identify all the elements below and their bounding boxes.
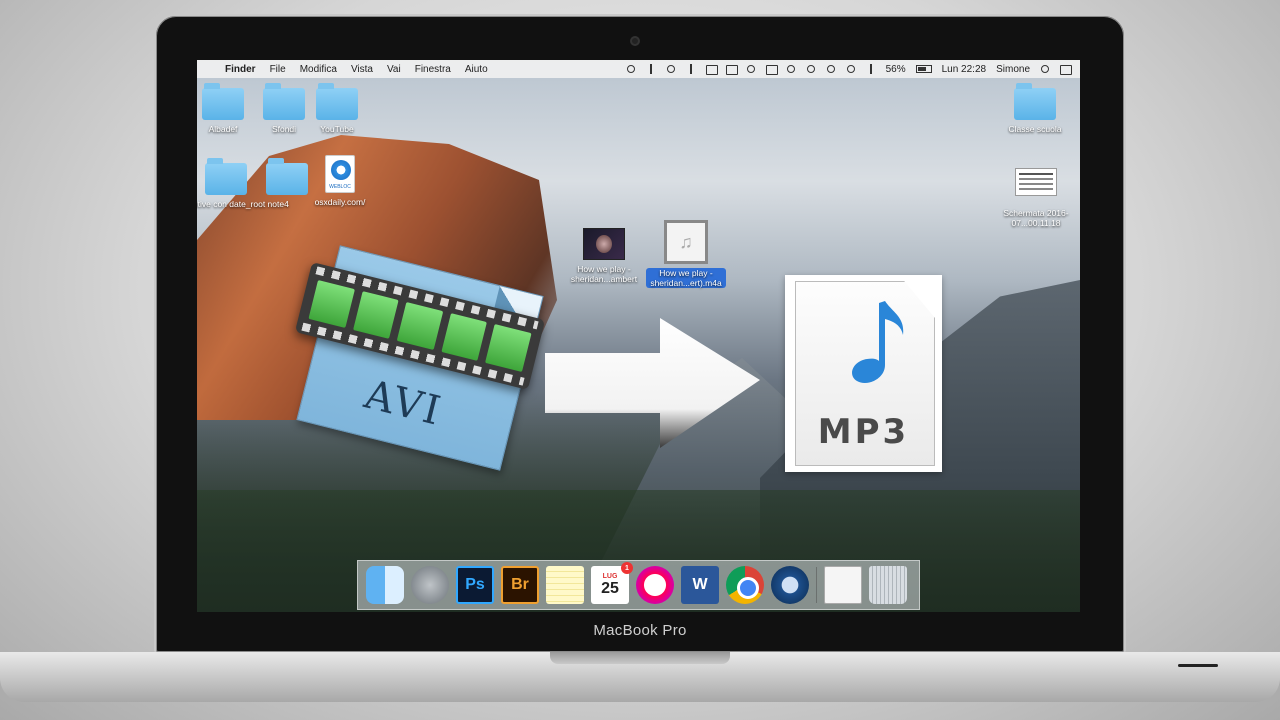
laptop-led: [1178, 664, 1218, 667]
calendar-month: LUG: [602, 572, 618, 580]
desktop-icon-label: YouTube: [320, 124, 354, 134]
film-frame: [485, 324, 532, 373]
desktop-icon-youtube[interactable]: YouTube: [302, 83, 372, 134]
desktop-icon-label: Schermata 2016-07...00.11.18: [1003, 208, 1069, 228]
dock-itunes-icon[interactable]: [636, 566, 674, 604]
camera: [630, 36, 640, 46]
menu-vista[interactable]: Vista: [351, 64, 373, 75]
notification-center-icon[interactable]: [1060, 64, 1072, 75]
desktop-icon-osxdaily[interactable]: WEBLOC osxdaily.com/: [305, 155, 375, 207]
status-evernote-icon[interactable]: [786, 64, 796, 74]
calendar-badge: 1: [621, 562, 633, 574]
desktop-icon-audio[interactable]: ♫ How we play - sheridan...ert).m4a: [646, 220, 726, 291]
film-frame: [352, 291, 399, 339]
convert-arrow-icon: [545, 318, 760, 448]
dock: Ps Br LUG 25 1 W: [357, 560, 920, 610]
music-note-icon: [852, 301, 904, 384]
dock-preview-icon[interactable]: [824, 566, 862, 604]
volume-icon[interactable]: [866, 64, 876, 74]
status-k-icon[interactable]: [686, 64, 696, 74]
webloc-icon: WEBLOC: [325, 155, 355, 193]
safari-compass-icon: [331, 160, 351, 180]
battery-percent[interactable]: 56%: [886, 64, 906, 75]
mp3-label: MP3: [817, 412, 910, 452]
dock-finder-icon[interactable]: [366, 566, 404, 604]
status-window-icon[interactable]: [765, 64, 778, 75]
laptop-notch: [550, 652, 730, 664]
desktop-icon-label-selected: How we play - sheridan...ert).m4a: [646, 268, 726, 288]
dropbox-icon[interactable]: [746, 64, 756, 74]
dock-separator: [816, 567, 817, 603]
audio-file-icon: ♫: [664, 220, 708, 264]
menu-aiuto[interactable]: Aiuto: [465, 64, 488, 75]
calendar-day: 25: [601, 579, 619, 597]
mp3-file-icon: MP3: [785, 275, 942, 472]
desktop-icon-label: Classe scuola: [1008, 124, 1062, 134]
film-frame: [396, 302, 444, 350]
desktop-icon-label: How we play - sheridan...ambert: [570, 264, 638, 284]
device-brand-label: MacBook Pro: [593, 622, 687, 639]
dock-calendar-icon[interactable]: LUG 25 1: [591, 562, 633, 604]
desktop-icon-video[interactable]: How we play - sheridan...ambert: [569, 228, 639, 284]
status-eye-icon[interactable]: [666, 64, 676, 74]
dock-photoshop-icon[interactable]: Ps: [456, 566, 494, 604]
dock-notes-icon[interactable]: [546, 566, 584, 604]
user-name[interactable]: Simone: [996, 64, 1030, 75]
music-note-icon: ♫: [679, 231, 693, 252]
folder-icon: [263, 83, 305, 120]
folder-icon: [205, 158, 247, 195]
bluetooth-icon[interactable]: [806, 64, 816, 74]
dock-trash-icon[interactable]: [869, 566, 907, 604]
clock[interactable]: Lun 22:28: [942, 64, 987, 75]
desktop-icon-label: nitive con date_root note4: [197, 199, 289, 209]
film-frame: [441, 313, 488, 361]
status-monitor-icon[interactable]: [725, 64, 738, 75]
folder-icon: [316, 83, 358, 120]
dock-bridge-icon[interactable]: Br: [501, 566, 539, 604]
dock-chrome-icon[interactable]: [726, 566, 764, 604]
screenshot-thumbnail-icon: [1015, 168, 1057, 196]
menu-file[interactable]: File: [270, 64, 286, 75]
desktop-icon-classe-scuola[interactable]: Classe scuola: [1000, 83, 1070, 134]
status-tool-icon[interactable]: [646, 64, 656, 74]
status-clock-icon[interactable]: [626, 64, 636, 74]
menu-app-finder[interactable]: Finder: [225, 64, 256, 75]
time-machine-icon[interactable]: [846, 64, 856, 74]
folder-icon: [1014, 83, 1056, 120]
menu-bar: Finder File Modifica Vista Vai Finestra …: [197, 60, 1080, 78]
wifi-icon[interactable]: [826, 64, 836, 74]
webloc-badge: WEBLOC: [329, 184, 351, 190]
dock-quicktime-icon[interactable]: [771, 566, 809, 604]
folder-icon: [202, 83, 244, 120]
status-display-icon[interactable]: [705, 64, 718, 75]
dock-launchpad-icon[interactable]: [411, 566, 449, 604]
menu-vai[interactable]: Vai: [387, 64, 401, 75]
avi-label: AVI: [360, 371, 447, 436]
battery-icon[interactable]: [915, 65, 932, 73]
desktop-icon-screenshot[interactable]: Schermata 2016-07...00.11.18: [991, 168, 1080, 228]
spotlight-search-icon[interactable]: [1040, 64, 1050, 74]
film-frame: [308, 279, 355, 328]
dock-word-icon[interactable]: W: [681, 566, 719, 604]
folder-icon: [266, 158, 308, 195]
video-thumbnail-icon: [583, 228, 625, 260]
menu-modifica[interactable]: Modifica: [300, 64, 337, 75]
menu-finestra[interactable]: Finestra: [415, 64, 451, 75]
desktop-icon-label: osxdaily.com/: [314, 197, 366, 207]
